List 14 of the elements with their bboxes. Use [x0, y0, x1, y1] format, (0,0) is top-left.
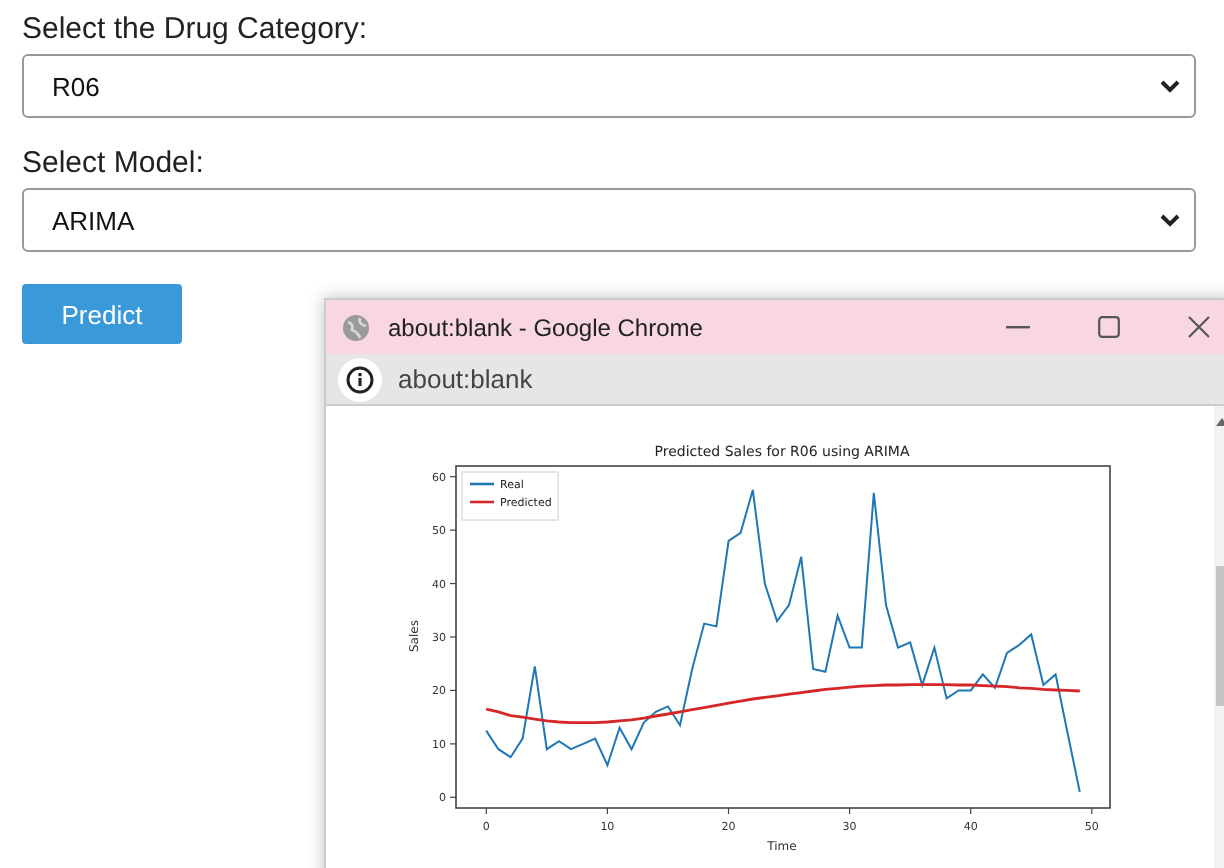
chevron-icon: [1160, 213, 1180, 227]
maximize-icon[interactable]: [1098, 316, 1120, 338]
chevron-icon: [1160, 79, 1180, 93]
address-text[interactable]: about:blank: [398, 364, 533, 394]
field-label: Select Model:: [22, 146, 204, 180]
minimize-icon[interactable]: [1006, 325, 1030, 329]
field-label: Select the Drug Category:: [22, 12, 368, 46]
info-icon[interactable]: [338, 357, 382, 401]
globe-icon: [342, 313, 370, 341]
model-select[interactable]: ARIMA: [22, 188, 1196, 252]
category-select[interactable]: R06: [22, 54, 1196, 118]
window-title: about:blank - Google Chrome: [388, 313, 705, 341]
legend: [461, 471, 559, 521]
close-icon[interactable]: [1188, 316, 1210, 338]
